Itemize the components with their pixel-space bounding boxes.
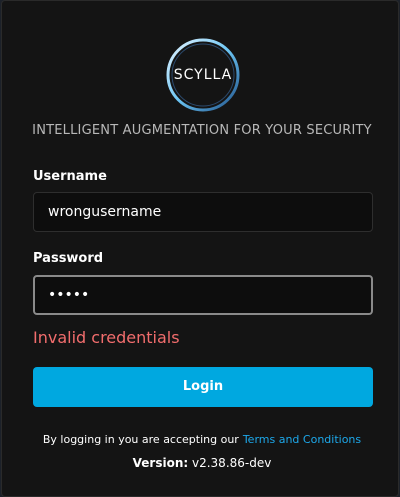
scylla-logo-icon: SCYLLA (165, 37, 241, 113)
password-input[interactable]: ••••• (33, 275, 373, 315)
version-value: v2.38.86-dev (192, 456, 272, 470)
login-button[interactable]: Login (33, 367, 373, 407)
tagline: INTELLIGENT AUGMENTATION FOR YOUR SECURI… (32, 123, 372, 138)
error-message: Invalid credentials (33, 328, 180, 347)
terms-link[interactable]: Terms and Conditions (243, 433, 361, 446)
login-card: SCYLLA INTELLIGENT AUGMENTATION FOR YOUR… (1, 0, 399, 497)
username-input[interactable]: wrongusername (33, 192, 373, 232)
password-label: Password (33, 251, 104, 266)
version-info: Version: v2.38.86-dev (2, 456, 400, 470)
username-label: Username (33, 169, 107, 184)
terms-notice: By logging in you are accepting our Terms… (2, 433, 400, 446)
logo-text: SCYLLA (173, 67, 233, 83)
terms-text: By logging in you are accepting our (42, 433, 239, 446)
version-label: Version: (132, 456, 189, 470)
